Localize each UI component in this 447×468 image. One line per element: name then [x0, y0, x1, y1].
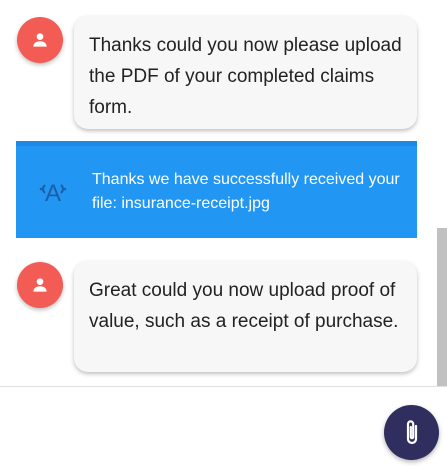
scrollbar-thumb[interactable] — [437, 228, 447, 386]
bot-message-bubble: Great could you now upload proof of valu… — [74, 261, 417, 372]
paperclip-icon — [406, 419, 417, 444]
person-icon — [33, 278, 47, 292]
person-icon — [33, 33, 47, 47]
bot-message-bubble: Thanks could you now please upload the P… — [74, 16, 417, 129]
composer-bar — [0, 386, 447, 468]
notice-text: Thanks we have successfully received you… — [92, 171, 400, 212]
bot-avatar — [17, 262, 63, 308]
chat-window: Thanks could you now please upload the P… — [0, 0, 447, 468]
message-text: Great could you now upload proof of valu… — [89, 280, 399, 332]
message-list: Thanks could you now please upload the P… — [0, 0, 437, 386]
bot-avatar — [17, 17, 63, 63]
broadcast-icon: A — [33, 178, 73, 206]
file-received-notice: A Thanks we have successfully received y… — [16, 141, 417, 238]
message-text: Thanks could you now please upload the P… — [89, 35, 402, 118]
svg-text:A: A — [45, 180, 61, 206]
attach-file-button[interactable] — [384, 405, 439, 460]
